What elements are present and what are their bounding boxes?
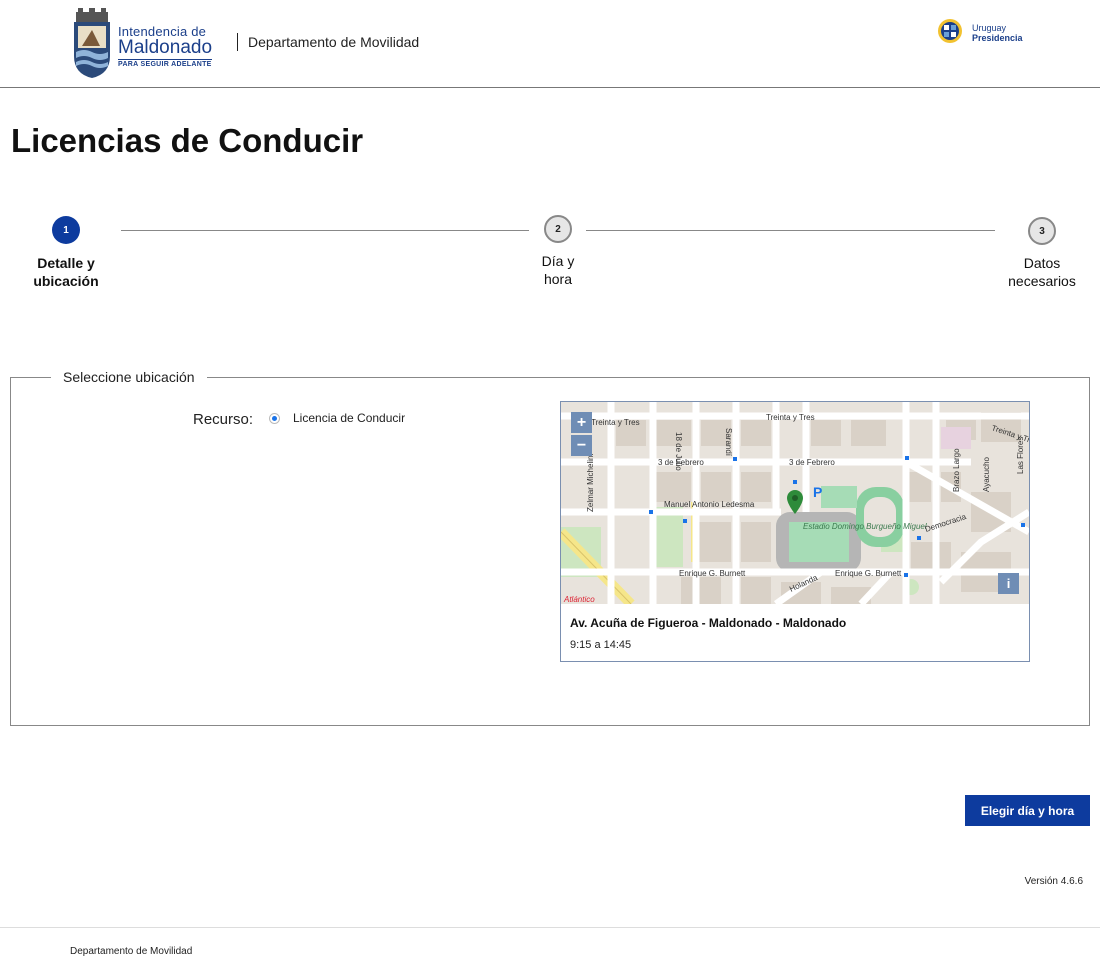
step-2-label: Día y hora: [498, 252, 618, 288]
location-pin-icon[interactable]: [787, 490, 803, 514]
street-label: Enrique G. Burnett: [835, 569, 902, 578]
step-1-label-line2: ubicación: [33, 273, 99, 289]
map-info-button[interactable]: i: [998, 573, 1019, 594]
logo-line2: Maldonado: [118, 37, 213, 58]
street-label: Ayacucho: [982, 456, 991, 492]
street-label: 3 de Febrero: [658, 458, 704, 467]
resource-radio[interactable]: [269, 413, 280, 424]
step-3-label: Datos necesarios: [982, 254, 1100, 290]
svg-text:P: P: [813, 484, 822, 500]
street-label: Manuel Antonio Ledesma: [664, 500, 755, 509]
step-1-label-line1: Detalle y: [37, 255, 95, 271]
step-2-label-line1: Día y: [541, 253, 575, 269]
step-connector-2: [586, 230, 995, 231]
street-label: Atlántico: [563, 595, 595, 604]
step-1-label: Detalle y ubicación: [6, 254, 126, 290]
step-2-circle[interactable]: 2: [544, 215, 572, 243]
presidencia-logo[interactable]: Uruguay Presidencia: [934, 13, 1034, 53]
intendencia-maldonado-logo[interactable]: Intendencia de Maldonado PARA SEGUIR ADE…: [70, 8, 220, 78]
choose-date-time-button[interactable]: Elegir día y hora: [965, 795, 1090, 826]
step-3-circle[interactable]: 3: [1028, 217, 1056, 245]
presidencia-line1: Uruguay: [972, 23, 1007, 33]
presidencia-line2: Presidencia: [972, 33, 1023, 43]
map-zoom-in-button[interactable]: +: [571, 412, 592, 433]
step-3-label-line1: Datos: [1023, 255, 1061, 271]
page-title: Licencias de Conducir: [11, 122, 364, 159]
map-view[interactable]: Treinta y Tres Treinta y Tres 18 de Juli…: [561, 402, 1029, 604]
footer-divider: [0, 927, 1100, 928]
fieldset-legend: Seleccione ubicación: [51, 369, 207, 385]
step-3-label-line2: necesarios: [1008, 273, 1076, 289]
street-label: Treinta y Tres: [766, 413, 815, 422]
street-label: Enrique G. Burnett: [679, 569, 746, 578]
location-hours: 9:15 a 14:45: [570, 639, 632, 651]
resource-option-label[interactable]: Licencia de Conducir: [293, 411, 405, 425]
location-name: Av. Acuña de Figueroa - Maldonado - Mald…: [570, 616, 847, 630]
version-label: Versión 4.6.6: [1024, 876, 1083, 887]
footer-department: Departamento de Movilidad: [70, 946, 193, 957]
step-1-circle[interactable]: 1: [52, 216, 80, 244]
header-separator: [237, 33, 238, 51]
location-fieldset: Seleccione ubicación Recurso: Licencia d…: [10, 369, 1090, 726]
street-label: Brazo Largo: [952, 448, 961, 492]
map-stadium-label: Estadio Domingo Burgueño Miguel: [803, 522, 927, 531]
site-header: Intendencia de Maldonado PARA SEGUIR ADE…: [0, 0, 1100, 88]
logo-tagline: PARA SEGUIR ADELANTE: [118, 59, 213, 68]
department-title: Departamento de Movilidad: [248, 34, 420, 50]
street-label: Zelmar Michelini: [586, 454, 595, 512]
maldonado-crest-icon: [74, 8, 110, 78]
location-card[interactable]: Treinta y Tres Treinta y Tres 18 de Juli…: [560, 401, 1030, 662]
uruguay-sun-icon: [938, 19, 962, 43]
step-connector-1: [121, 230, 529, 231]
resource-label: Recurso:: [193, 411, 254, 428]
map-zoom-out-button[interactable]: −: [571, 435, 592, 456]
street-label: Sarandí: [724, 428, 733, 457]
street-label: 3 de Febrero: [789, 458, 835, 467]
step-2-label-line2: hora: [543, 271, 573, 287]
street-label: Treinta y Tres: [591, 418, 640, 427]
